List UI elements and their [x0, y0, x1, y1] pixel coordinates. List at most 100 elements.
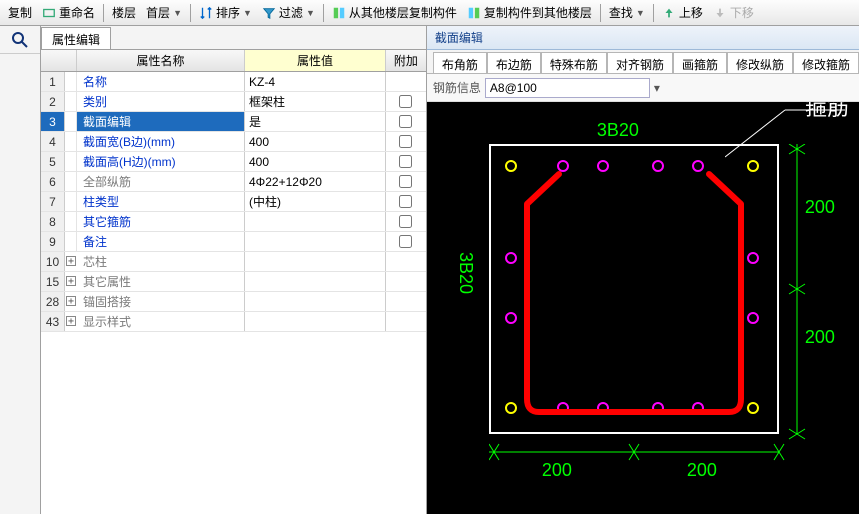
prop-row[interactable]: 43+显示样式 — [41, 312, 426, 332]
prop-value[interactable] — [245, 272, 386, 291]
expand-icon[interactable]: + — [66, 316, 76, 326]
panel-title: 截面编辑 — [427, 26, 859, 50]
prop-row[interactable]: 4截面宽(B边)(mm)400 — [41, 132, 426, 152]
prop-value[interactable] — [245, 232, 386, 251]
prop-checkbox-cell — [386, 272, 426, 291]
subtab-6[interactable]: 修改箍筋 — [793, 52, 859, 73]
row-number: 2 — [41, 92, 65, 111]
tab-property-edit[interactable]: 属性编辑 — [41, 27, 111, 49]
prop-name: 芯柱 — [77, 252, 245, 271]
tb-copy-to[interactable]: 复制构件到其他楼层 — [463, 2, 596, 23]
expand-icon — [65, 232, 77, 251]
tb-sort[interactable]: 排序▼ — [195, 2, 256, 23]
prop-checkbox[interactable] — [399, 175, 412, 188]
col-extra[interactable]: 附加 — [386, 50, 426, 71]
prop-checkbox-cell — [386, 172, 426, 191]
prop-checkbox[interactable] — [399, 215, 412, 228]
tb-filter[interactable]: 过滤▼ — [258, 2, 319, 23]
property-grid: 属性名称 属性值 附加 1名称KZ-42 类别框架柱 3 截面编辑是4截面宽(B边)(… — [41, 50, 426, 514]
search-icon[interactable] — [0, 26, 40, 54]
subtab-5[interactable]: 修改纵筋 — [727, 52, 793, 73]
prop-row[interactable]: 8其它箍筋 — [41, 212, 426, 232]
tb-moveup[interactable]: 上移 — [658, 2, 707, 23]
subtab-1[interactable]: 布边筋 — [487, 52, 541, 73]
prop-value[interactable] — [245, 292, 386, 311]
expand-icon[interactable]: + — [66, 296, 76, 306]
left-sidebar — [0, 26, 41, 514]
prop-value[interactable]: 4Φ22+12Φ20 — [245, 172, 386, 191]
rebar-info-input[interactable] — [485, 78, 650, 98]
tb-find[interactable]: 查找▼ — [605, 2, 649, 23]
prop-value[interactable]: 400 — [245, 132, 386, 151]
prop-row[interactable]: 1名称KZ-4 — [41, 72, 426, 92]
prop-checkbox[interactable] — [399, 115, 412, 128]
prop-checkbox[interactable] — [399, 95, 412, 108]
tb-copy-from[interactable]: 从其他楼层复制构件 — [328, 2, 461, 23]
section-canvas[interactable]: 3B20 3B20 — [427, 102, 859, 514]
stirrup-shape — [489, 144, 779, 434]
col-name[interactable]: 属性名称 — [77, 50, 245, 71]
expand-icon[interactable]: + — [66, 256, 76, 266]
prop-value[interactable]: KZ-4 — [245, 72, 386, 91]
prop-row[interactable]: 28+锚固搭接 — [41, 292, 426, 312]
subtab-3[interactable]: 对齐钢筋 — [607, 52, 673, 73]
prop-row[interactable]: 5截面高(H边)(mm)400 — [41, 152, 426, 172]
subtab-2[interactable]: 特殊布筋 — [541, 52, 607, 73]
dropdown-icon: ▼ — [173, 8, 182, 18]
prop-checkbox-cell — [386, 292, 426, 311]
prop-row[interactable]: 2 类别框架柱 — [41, 92, 426, 112]
prop-row[interactable]: 7柱类型(中柱) — [41, 192, 426, 212]
sub-tab-bar: 布角筋 布边筋 特殊布筋 对齐钢筋 画箍筋 修改纵筋 修改箍筋 — [427, 50, 859, 74]
prop-value[interactable]: 是 — [245, 112, 386, 131]
prop-value[interactable] — [245, 212, 386, 231]
prop-row[interactable]: 10+芯柱 — [41, 252, 426, 272]
row-number: 9 — [41, 232, 65, 251]
prop-row[interactable]: 6 全部纵筋4Φ22+12Φ20 — [41, 172, 426, 192]
tb-floor[interactable]: 楼层 — [108, 2, 140, 23]
expand-icon — [65, 112, 77, 131]
prop-checkbox-cell — [386, 232, 426, 251]
subtab-0[interactable]: 布角筋 — [433, 52, 487, 73]
prop-name: 类别 — [77, 92, 245, 111]
tb-rename[interactable]: 重命名 — [38, 2, 99, 23]
subtab-4[interactable]: 画箍筋 — [673, 52, 727, 73]
tb-firstfloor[interactable]: 首层▼ — [142, 2, 186, 23]
col-value[interactable]: 属性值 — [245, 50, 386, 71]
prop-checkbox-cell — [386, 92, 426, 111]
prop-row[interactable]: 3 截面编辑是 — [41, 112, 426, 132]
expand-icon — [65, 132, 77, 151]
prop-checkbox[interactable] — [399, 135, 412, 148]
prop-row[interactable]: 9备注 — [41, 232, 426, 252]
expand-icon[interactable]: + — [66, 276, 76, 286]
prop-row[interactable]: 15+其它属性 — [41, 272, 426, 292]
prop-value[interactable]: 400 — [245, 152, 386, 171]
dropdown-icon[interactable]: ▾ — [654, 81, 660, 95]
prop-value[interactable] — [245, 252, 386, 271]
expand-icon — [65, 172, 77, 191]
dim-val: 200 — [805, 327, 835, 348]
tb-movedown[interactable]: 下移 — [709, 2, 758, 23]
prop-checkbox[interactable] — [399, 155, 412, 168]
prop-checkbox-cell — [386, 112, 426, 131]
dim-left: 3B20 — [455, 252, 476, 294]
prop-value[interactable] — [245, 312, 386, 331]
prop-value[interactable]: 框架柱 — [245, 92, 386, 111]
dim-top: 3B20 — [597, 120, 639, 141]
expand-icon — [65, 72, 77, 91]
row-number: 7 — [41, 192, 65, 211]
row-number: 10 — [41, 252, 65, 271]
prop-checkbox-cell — [386, 212, 426, 231]
tb-copy[interactable]: 复制 — [4, 2, 36, 23]
row-number: 6 — [41, 172, 65, 191]
prop-checkbox-cell — [386, 312, 426, 331]
prop-name: 全部纵筋 — [77, 172, 245, 191]
prop-checkbox[interactable] — [399, 195, 412, 208]
prop-name: 名称 — [77, 72, 245, 91]
prop-checkbox[interactable] — [399, 235, 412, 248]
dim-val: 200 — [687, 460, 717, 481]
prop-value[interactable]: (中柱) — [245, 192, 386, 211]
row-number: 4 — [41, 132, 65, 151]
prop-name: 截面编辑 — [77, 112, 245, 131]
row-number: 3 — [41, 112, 65, 131]
dim-val: 200 — [542, 460, 572, 481]
